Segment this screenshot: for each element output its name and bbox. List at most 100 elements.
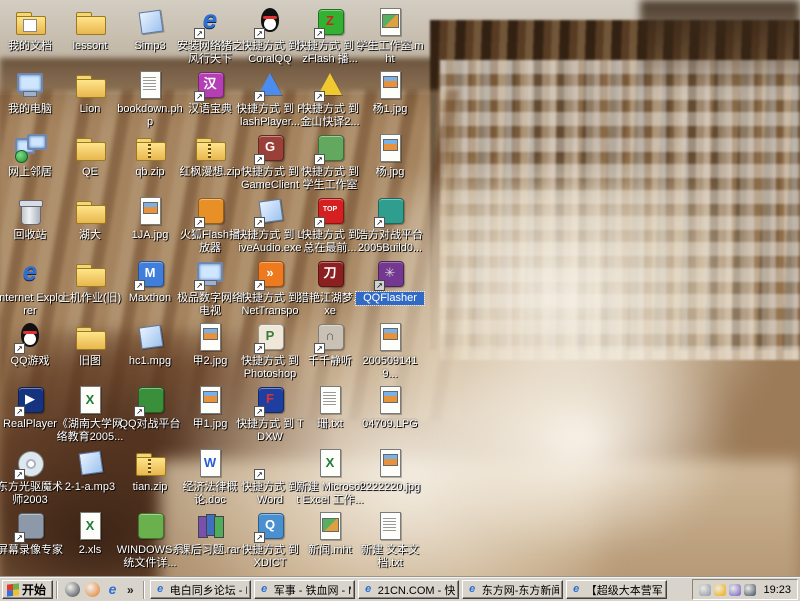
desktop-icon[interactable]: e↗安装网络猪之风行天下 [180, 6, 240, 66]
desktop-icon[interactable]: 刀猎艳江湖梦.exe [300, 258, 360, 318]
desktop-icon[interactable]: lessont [60, 6, 120, 53]
desktop-icon[interactable]: hc1.mpg [120, 321, 180, 368]
desktop-icon[interactable]: M↗Maxthon [120, 258, 180, 305]
desktop-icon[interactable]: Lion [60, 69, 120, 116]
desktop-icon[interactable]: 回收站 [0, 195, 60, 242]
desktop-icon[interactable]: 杨.jpg [360, 132, 420, 179]
desktop-icon-label: 东方光驱魔术师2003 [0, 481, 64, 507]
desktop-icon[interactable]: ↗QQ游戏 [0, 321, 60, 368]
desktop-icon[interactable]: ↗快捷方式 到 金山快译2... [300, 69, 360, 129]
desktop-icon[interactable]: 2-1-a.mp3 [60, 447, 120, 494]
messenger-icon[interactable] [729, 584, 741, 596]
desktop-icon[interactable]: Q↗快捷方式 到 XDICT [240, 510, 300, 570]
desktop-icon[interactable]: ↗极品数字网络电视 [180, 258, 240, 318]
desktop-icon[interactable]: 汉↗汉语宝典 [180, 69, 240, 116]
taskbar-window-button[interactable]: e东方网-东方新闻-东... [462, 580, 563, 599]
desktop-icon[interactable]: 课后习题.rar [180, 510, 240, 557]
internet-explorer-icon: e [362, 583, 375, 596]
desktop-icon[interactable]: QE [60, 132, 120, 179]
desktop-icon[interactable]: G↗快捷方式 到 GameClient [240, 132, 300, 192]
desktop-icon[interactable]: ↗快捷方式 到 FlashPlayer... [240, 69, 300, 129]
desktop-icon[interactable]: F↗快捷方式 到 TDXW [240, 384, 300, 444]
mycomp-icon: ↗ [193, 258, 227, 290]
desktop-icon[interactable]: 红枫漫想.zip [180, 132, 240, 179]
desktop-icon[interactable]: 上机作业(旧) [60, 258, 120, 305]
desktop-icon-label: 安装网络猪之风行天下 [176, 40, 244, 66]
scheduler-icon[interactable] [744, 584, 756, 596]
taskbar-window-button[interactable]: e电白同乡论坛 - Micro... [150, 580, 251, 599]
clock[interactable]: 19:23 [763, 584, 791, 596]
shortcut-arrow-icon: ↗ [314, 217, 325, 228]
desktop-icon-label: 快捷方式 到 总在最前... [296, 229, 364, 255]
desktop-icon[interactable]: 学生工作室.mht [360, 6, 420, 66]
shortcut-arrow-icon: ↗ [254, 154, 265, 165]
desktop-icon[interactable]: 我的电脑 [0, 69, 60, 116]
desktop-icon[interactable]: ∩↗千千静听 [300, 321, 360, 368]
desktop-icon[interactable]: P↗快捷方式 到 Photoshop [240, 321, 300, 381]
desktop-icon[interactable]: ↗快捷方式 到 学生工作室 [300, 132, 360, 192]
adsl-connection-icon[interactable] [699, 584, 711, 596]
desktop-icon[interactable]: X《湖南大学网络教育2005... [60, 384, 120, 444]
desktop-icon[interactable]: 珊.txt [300, 384, 360, 431]
desktop-icon[interactable]: ✳↗QQFlasher [360, 258, 420, 305]
desktop-icon[interactable]: 1JA.jpg [120, 195, 180, 242]
taskbar-window-button[interactable]: e【超级大本营军事论... [566, 580, 667, 599]
desktop-icon[interactable]: 新建 文本文档.txt [360, 510, 420, 570]
desktop-icon-label: 极品数字网络电视 [176, 292, 244, 318]
app-icon: ↗ [133, 384, 167, 416]
desktop-icon[interactable]: ↗东方光驱魔术师2003 [0, 447, 60, 507]
desktop-icon[interactable]: ↗快捷方式 到 Word [240, 447, 300, 507]
desktop-icon[interactable]: ↗快捷方式 到 CoralQQ [240, 6, 300, 66]
desktop-icon[interactable]: ↗QQ对战平台 [120, 384, 180, 431]
desktop-icon[interactable]: 甲2.jpg [180, 321, 240, 368]
desktop-icon[interactable]: 我的文档 [0, 6, 60, 53]
desktop-icon[interactable]: ↗浩方对战平台2005Build0... [360, 195, 420, 255]
desktop-icon[interactable]: qb.zip [120, 132, 180, 179]
desktop-icon[interactable]: X2.xls [60, 510, 120, 557]
tri-icon: ↗ [253, 69, 287, 101]
qq-icon: ↗ [13, 321, 47, 353]
taskbar-window-button[interactable]: e军事 - 铁血网 - Micro... [254, 580, 355, 599]
desktop-icon[interactable]: ↗快捷方式 到 LiveAudio.exe [240, 195, 300, 255]
windows-media-player-icon[interactable] [85, 582, 100, 597]
desktop-icon[interactable]: 新闻.mht [300, 510, 360, 557]
desktop-icon-label: 旧图 [56, 355, 124, 368]
desktop-icon-label: 上机作业(旧) [56, 292, 124, 305]
start-button[interactable]: 开始 [2, 580, 53, 599]
desktop-icon[interactable]: 2005091419... [360, 321, 420, 381]
lock-icon[interactable] [714, 584, 726, 596]
desktop-icon[interactable]: Z↗快捷方式 到 ZzFlash 播... [300, 6, 360, 66]
desktop-icon-label: 杨1.jpg [356, 103, 424, 116]
desktop-icon[interactable]: Simp3 [120, 6, 180, 53]
media-player-skin-icon[interactable] [65, 582, 80, 597]
desktop-icon[interactable]: 04709.LPG [360, 384, 420, 431]
desktop-icon[interactable]: »↗快捷方式 到 NetTranspor... [240, 258, 300, 319]
desktop-icon[interactable]: bookdown.php [120, 69, 180, 129]
folder-icon [73, 321, 107, 353]
desktop-icon[interactable]: 旧图 [60, 321, 120, 368]
shortcut-arrow-icon: ↗ [194, 28, 205, 39]
desktop-icon[interactable]: W经济法律概论.doc [180, 447, 240, 507]
desktop-icon[interactable]: 网上邻居 [0, 132, 60, 179]
desktop-icon[interactable]: 甲1.jpg [180, 384, 240, 431]
desktop-icon[interactable]: 2222220.jpg [360, 447, 420, 494]
quick-launch-overflow-chevron[interactable]: » [125, 583, 136, 597]
desktop-icon-grid: 我的文档lessontSimp3e↗安装网络猪之风行天下↗快捷方式 到 Cora… [0, 0, 440, 575]
taskbar-window-button[interactable]: e21CN.COM - 快感 - Mi... [358, 580, 459, 599]
desktop-icon[interactable]: X新建 Microsoft Excel 工作... [300, 447, 360, 507]
desktop-icon-label: 回收站 [0, 229, 64, 242]
desktop-icon[interactable]: 杨1.jpg [360, 69, 420, 116]
desktop-icon[interactable]: WINDOWS系统文件详... [120, 510, 180, 570]
desktop-icon[interactable]: tian.zip [120, 447, 180, 494]
image-icon [373, 321, 407, 353]
desktop-icon[interactable]: ↗屏幕录像专家 [0, 510, 60, 557]
desktop-icon[interactable]: 湖大 [60, 195, 120, 242]
desktop-icon[interactable]: TOP↗快捷方式 到 总在最前... [300, 195, 360, 255]
desktop-icon[interactable]: eInternet Explorer [0, 258, 60, 318]
desktop-icon[interactable]: ▶↗RealPlayer [0, 384, 60, 431]
desktop-icon[interactable]: ↗火狐Flash播放器 [180, 195, 240, 255]
app-icon: ▶↗ [13, 384, 47, 416]
internet-explorer-icon[interactable]: e [105, 582, 120, 597]
desktop-icon-label: 我的电脑 [0, 103, 64, 116]
desktop-icon-label: Internet Explorer [0, 292, 64, 318]
